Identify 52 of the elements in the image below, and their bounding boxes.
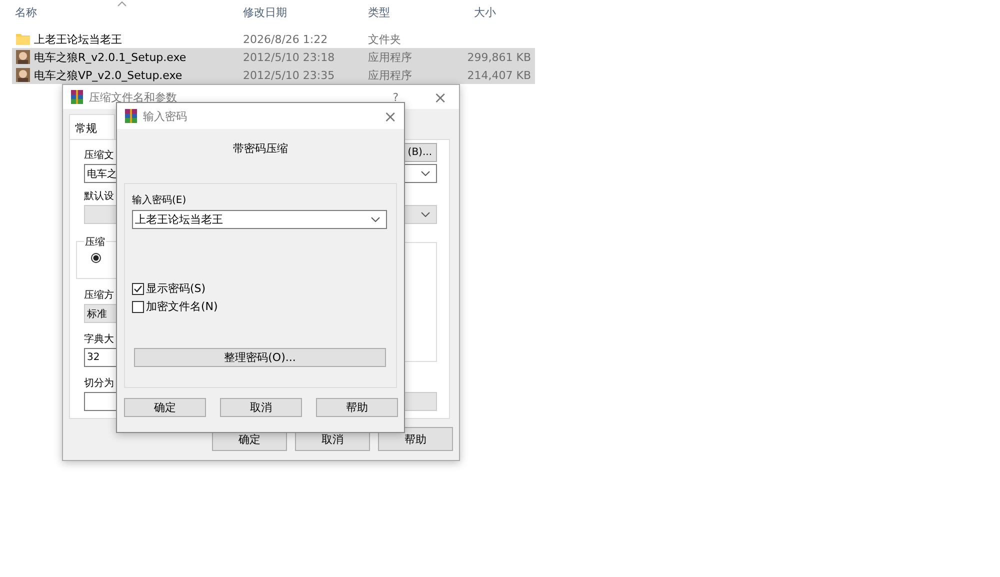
dialog-button[interactable]: 帮助 [378, 427, 453, 451]
file-row[interactable]: 电车之狼VP_v2.0_Setup.exe 2012/5/10 23:35 应用程序 214,407 KB [12, 66, 535, 84]
password-field[interactable]: 上老王论坛当老王 [132, 210, 387, 229]
field-label: 切分为 [84, 376, 114, 390]
column-header[interactable]: 类型 [368, 4, 390, 20]
dialog-heading: 带密码压缩 [232, 141, 289, 157]
file-type: 文件夹 [368, 32, 401, 46]
field-label: 默认设 [84, 190, 114, 203]
archive-icon [70, 90, 84, 104]
chevron-down-icon [421, 212, 430, 217]
sort-caret-icon [117, 1, 127, 7]
file-name: 电车之狼VP_v2.0_Setup.exe [34, 68, 182, 82]
file-size: 214,407 KB [467, 68, 531, 82]
field-label: 输入密码(E) [132, 194, 188, 207]
close-button[interactable]: × [384, 106, 397, 126]
file-type: 应用程序 [368, 68, 412, 82]
file-row[interactable]: 上老王论坛当老王 2026/8/26 1:22 文件夹 [12, 30, 535, 48]
modified-date: 2026/8/26 1:22 [243, 32, 328, 46]
archive-icon [124, 109, 138, 123]
file-size: 299,861 KB [467, 50, 531, 64]
file-name: 电车之狼R_v2.0.1_Setup.exe [34, 50, 186, 64]
field-label: 字典大 [84, 332, 114, 346]
column-header[interactable]: 大小 [474, 4, 496, 20]
folder-icon [16, 33, 30, 45]
file-type: 应用程序 [368, 50, 412, 64]
file-name: 上老王论坛当老王 [34, 32, 122, 46]
window-title: 压缩文件名和参数 [89, 90, 177, 104]
group-label: 压缩 [84, 235, 106, 249]
help-button[interactable]: ? [392, 90, 399, 104]
app-icon [16, 50, 30, 64]
dialog-button[interactable]: 帮助 [316, 398, 398, 417]
modified-date: 2012/5/10 23:18 [243, 50, 335, 64]
chevron-down-icon [421, 171, 430, 176]
window-title: 输入密码 [143, 108, 187, 124]
chevron-down-icon [371, 217, 380, 222]
dialog-button[interactable]: 确定 [124, 398, 206, 417]
organize-passwords-button[interactable]: 整理密码(O)... [134, 348, 386, 367]
checkbox[interactable] [132, 282, 144, 294]
column-header[interactable]: 名称 [15, 4, 37, 20]
dialog-button[interactable]: 取消 [220, 398, 302, 417]
tab[interactable]: 常规 [69, 114, 115, 139]
modified-date: 2012/5/10 23:35 [243, 68, 335, 82]
app-icon [16, 68, 30, 82]
checkbox[interactable] [132, 300, 144, 312]
checkbox-label: 显示密码(S) [146, 281, 206, 296]
radio-button[interactable] [91, 253, 101, 263]
column-header[interactable]: 修改日期 [243, 4, 287, 20]
file-row[interactable]: 电车之狼R_v2.0.1_Setup.exe 2012/5/10 23:18 应用程序 299,861 KB [12, 48, 535, 66]
field-label: 压缩方 [84, 288, 114, 302]
close-button[interactable]: × [434, 88, 447, 106]
checkbox-label: 加密文件名(N) [146, 299, 218, 314]
field-label: 压缩文 [84, 148, 114, 162]
